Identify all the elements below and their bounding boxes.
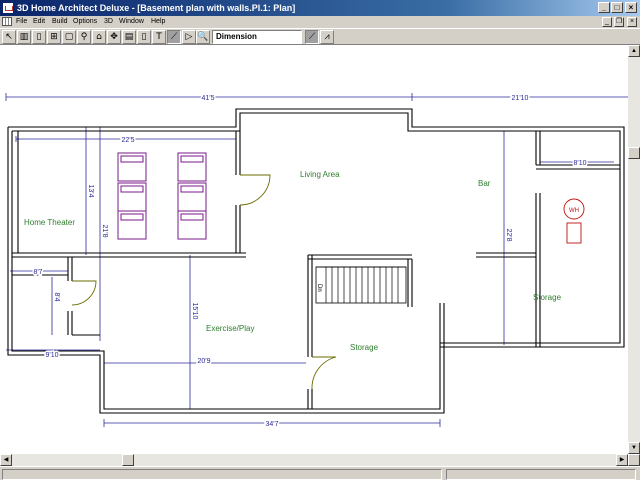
- vertical-scroll-thumb[interactable]: [628, 147, 640, 159]
- scroll-corner: [628, 454, 640, 466]
- theater-chairs: [117, 152, 207, 240]
- status-pane-info: [446, 469, 636, 480]
- electrical-tool-icon[interactable]: ▯: [137, 30, 151, 44]
- cabinet-tool-icon[interactable]: ▢: [62, 30, 76, 44]
- window-tool-icon[interactable]: ⊞: [47, 30, 61, 44]
- room-label-bar: Bar: [478, 179, 491, 188]
- floor-plan[interactable]: Dn WH 41'5 21'10 22'5 13'4 21'8 22'8 8'1…: [0, 45, 628, 454]
- menu-file[interactable]: File: [16, 18, 27, 25]
- door-storage: [311, 356, 337, 390]
- dim-storage-right: 8'10: [573, 160, 586, 167]
- app-window: 3D Home Architect Deluxe - [Basement pla…: [0, 0, 640, 480]
- inner-wall-left-bottom: [11, 131, 441, 410]
- menu-edit[interactable]: Edit: [33, 18, 45, 25]
- pointer-tool-icon[interactable]: ↖: [2, 30, 16, 44]
- mdi-close-button[interactable]: ×: [627, 17, 637, 27]
- chair: [177, 182, 207, 212]
- window-title: 3D Home Architect Deluxe - [Basement pla…: [17, 3, 296, 13]
- mdi-restore-button[interactable]: ❐: [614, 17, 624, 27]
- dim-bar: 22'8: [505, 228, 512, 241]
- water-heater: [563, 198, 585, 244]
- room-labels: Home Theater Living Area Bar Exercise/Pl…: [24, 170, 562, 352]
- dim-left-a: 13'4: [87, 184, 94, 197]
- chair: [117, 152, 147, 182]
- scroll-down-arrow[interactable]: ▼: [628, 442, 640, 454]
- menu-build[interactable]: Build: [52, 18, 68, 25]
- title-bar[interactable]: 3D Home Architect Deluxe - [Basement pla…: [0, 0, 640, 16]
- menu-options[interactable]: Options: [73, 18, 97, 25]
- room-label-storage-right: Storage: [533, 293, 562, 302]
- dim-left-b: 21'8: [101, 224, 108, 237]
- dim-exercise-height: 15'10: [191, 303, 198, 320]
- stairs-tool-icon[interactable]: ✥: [107, 30, 121, 44]
- dim-small-height: 8'4: [53, 292, 60, 301]
- dim-top-left: 41'5: [201, 95, 214, 102]
- fixture-label: WH: [569, 208, 579, 214]
- room-label-storage-center: Storage: [350, 343, 379, 352]
- room-label-exercise: Exercise/Play: [206, 324, 254, 333]
- mdi-minimize-button[interactable]: _: [602, 17, 612, 27]
- menu-window[interactable]: Window: [119, 18, 144, 25]
- app-icon[interactable]: [2, 2, 14, 14]
- door-swings: [71, 174, 337, 390]
- stairs: [315, 266, 407, 304]
- dim-bottom-left: 9'10: [45, 352, 58, 359]
- outer-wall-left-bottom: [7, 127, 445, 414]
- maximize-button[interactable]: □: [611, 2, 623, 13]
- wall-tool-icon[interactable]: ▥: [17, 30, 31, 44]
- chair: [177, 152, 207, 182]
- stair-label: Dn: [316, 284, 322, 292]
- plan-canvas[interactable]: Dn WH 41'5 21'10 22'5 13'4 21'8 22'8 8'1…: [0, 45, 628, 454]
- status-bar: [0, 466, 640, 480]
- menu-3d[interactable]: 3D: [104, 18, 113, 25]
- chair: [177, 210, 207, 240]
- dim-theater-width: 22'5: [121, 137, 134, 144]
- text-tool-icon[interactable]: T: [152, 30, 166, 44]
- scroll-right-arrow[interactable]: ▶: [616, 454, 628, 466]
- chair: [117, 210, 147, 240]
- dimension-lines: [5, 93, 628, 427]
- dimension-tool-icon[interactable]: ⟋: [167, 30, 181, 44]
- scroll-up-arrow[interactable]: ▲: [628, 45, 640, 57]
- horizontal-scrollbar[interactable]: ◀ ▶: [0, 454, 628, 466]
- arrow-tool-icon[interactable]: ▷: [182, 30, 196, 44]
- toolbar: ↖ ▥ ▯ ⊞ ▢ ⚲ ⌂ ✥ ▤ ▯ T ⟋ ▷ 🔍 Dimension ⟋ …: [0, 28, 640, 45]
- roof-tool-icon[interactable]: ▤: [122, 30, 136, 44]
- horizontal-scroll-thumb[interactable]: [122, 454, 134, 466]
- menu-help[interactable]: Help: [151, 18, 165, 25]
- chair: [117, 182, 147, 212]
- dim-small-width: 8'7: [33, 269, 42, 276]
- door-living: [239, 174, 271, 206]
- furniture-tool-icon[interactable]: ⚲: [77, 30, 91, 44]
- room-label-living-area: Living Area: [300, 170, 340, 179]
- line-draw-tool-icon[interactable]: ⟋: [305, 30, 319, 44]
- document-icon[interactable]: [2, 17, 12, 26]
- door-tool-icon[interactable]: ▯: [32, 30, 46, 44]
- fixture-tool-icon[interactable]: ⌂: [92, 30, 106, 44]
- close-button[interactable]: ×: [625, 2, 637, 13]
- minimize-button[interactable]: _: [598, 2, 610, 13]
- mode-field[interactable]: Dimension: [212, 30, 302, 44]
- status-pane-message: [2, 469, 442, 480]
- stair-treads: [325, 267, 399, 303]
- menu-bar: File Edit Build Options 3D Window Help: [0, 16, 640, 28]
- vertical-scrollbar[interactable]: ▲ ▼: [628, 45, 640, 454]
- dim-exercise-width: 20'9: [197, 358, 210, 365]
- dim-bottom-total: 34'7: [265, 421, 278, 428]
- zoom-tool-icon[interactable]: 🔍: [196, 30, 210, 44]
- room-label-home-theater: Home Theater: [24, 218, 75, 227]
- dim-top-right: 21'10: [512, 95, 529, 102]
- door-small-room: [71, 280, 97, 306]
- point-to-point-tool-icon[interactable]: ⩘: [320, 30, 334, 44]
- scroll-left-arrow[interactable]: ◀: [0, 454, 12, 466]
